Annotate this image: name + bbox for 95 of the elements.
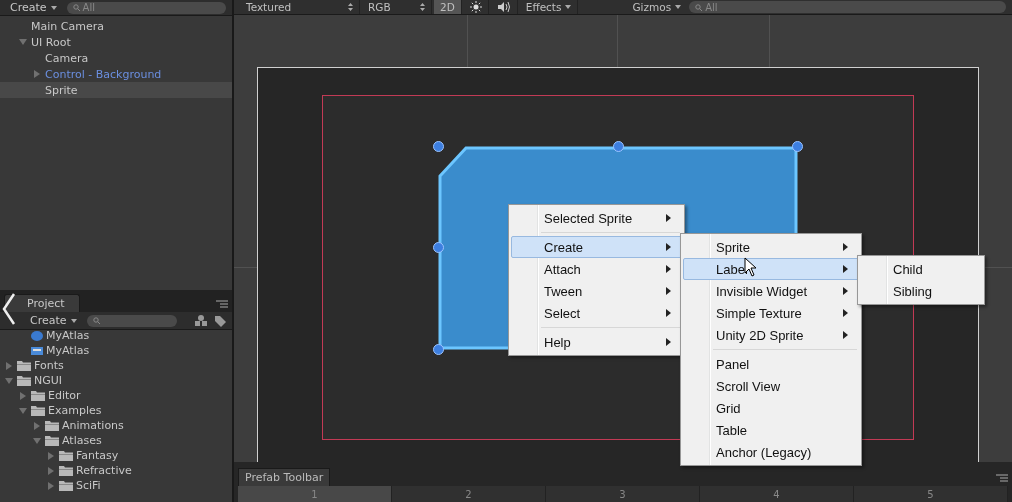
folder-icon <box>59 480 73 491</box>
project-tab[interactable]: Project <box>4 294 80 312</box>
search-icon <box>695 3 703 11</box>
menu-item[interactable]: Unity 2D Sprite <box>683 324 859 346</box>
project-item[interactable]: Atlases <box>0 433 232 448</box>
project-item[interactable]: NGUI <box>0 373 232 388</box>
hierarchy-item[interactable]: Sprite <box>0 82 232 98</box>
menu-item[interactable]: Sprite <box>683 236 859 258</box>
hierarchy-item[interactable]: Control - Background <box>0 66 232 82</box>
up-down-arrows-icon <box>348 3 353 11</box>
caret-icon <box>50 5 57 10</box>
project-item[interactable]: Fonts <box>0 358 232 373</box>
collapsed-arrow-icon[interactable] <box>47 466 55 475</box>
menu-item[interactable]: Selected Sprite <box>511 207 682 229</box>
submenu-arrow-icon <box>666 287 671 295</box>
atlas-icon <box>31 345 43 356</box>
menu-item[interactable]: Tween <box>511 280 682 302</box>
shading-dropdown[interactable]: Textured <box>240 0 360 14</box>
submenu-arrow-icon <box>843 287 848 295</box>
menu-icon[interactable] <box>996 474 1008 482</box>
collapsed-arrow-icon[interactable] <box>5 361 13 370</box>
submenu-arrow-icon <box>666 243 671 251</box>
submenu-arrow-icon <box>843 309 848 317</box>
folder-icon <box>45 435 59 446</box>
expanded-arrow-icon[interactable] <box>5 376 13 385</box>
menu-item[interactable]: Invisible Widget <box>683 280 859 302</box>
folder-icon <box>31 405 45 416</box>
submenu-arrow-icon <box>843 243 848 251</box>
folder-icon <box>17 375 31 386</box>
menu-item[interactable]: Panel <box>683 353 859 375</box>
submenu-arrow-icon <box>666 309 671 317</box>
hierarchy-item[interactable]: UI Root <box>0 34 232 50</box>
folder-icon <box>45 420 59 431</box>
gizmos-dropdown[interactable]: Gizmos <box>626 0 688 14</box>
tag-icon[interactable] <box>214 314 226 327</box>
submenu-arrow-icon <box>843 265 848 273</box>
caret-icon <box>70 318 77 323</box>
create-dropdown[interactable]: Create <box>6 0 61 15</box>
submenu-arrow-icon <box>843 331 848 339</box>
folder-icon <box>59 450 73 461</box>
project-item[interactable]: Refractive <box>0 463 232 478</box>
project-item[interactable]: MyAtlas <box>0 343 232 358</box>
collapsed-arrow-icon[interactable] <box>47 481 55 490</box>
menu-item[interactable]: Select <box>511 302 682 324</box>
submenu-arrow-icon <box>666 265 671 273</box>
create-dropdown[interactable]: Create <box>26 313 81 328</box>
expanded-arrow-icon[interactable] <box>33 436 41 445</box>
expanded-arrow-icon[interactable] <box>19 38 27 46</box>
submenu-arrow-icon <box>666 214 671 222</box>
expanded-arrow-icon[interactable] <box>19 406 27 415</box>
menu-item[interactable]: Simple Texture <box>683 302 859 324</box>
collapsed-arrow-icon[interactable] <box>33 421 41 430</box>
collapsed-arrow-icon[interactable] <box>19 391 27 400</box>
resize-handle[interactable] <box>433 141 444 152</box>
folder-icon <box>59 465 73 476</box>
2d-toggle[interactable]: 2D <box>434 0 462 14</box>
up-down-arrows-icon <box>420 3 425 11</box>
project-item[interactable]: Examples <box>0 403 232 418</box>
collapsed-arrow-icon[interactable] <box>47 451 55 460</box>
folder-icon <box>17 360 31 371</box>
hierarchy-item[interactable]: Main Camera <box>0 18 232 34</box>
menu-item[interactable]: Table <box>683 419 859 441</box>
search-field[interactable] <box>86 314 177 327</box>
resize-handle[interactable] <box>613 141 624 152</box>
filter-icon[interactable] <box>194 314 208 327</box>
menu-item[interactable]: Attach <box>511 258 682 280</box>
search-icon <box>92 317 100 324</box>
project-item[interactable]: MyAtlas <box>0 328 232 343</box>
resize-handle[interactable] <box>433 242 444 253</box>
submenu-arrow-icon <box>666 338 671 346</box>
menu-item[interactable]: Child <box>860 258 982 280</box>
caret-icon <box>675 5 682 9</box>
project-item[interactable]: Fantasy <box>0 448 232 463</box>
folder-icon <box>31 390 45 401</box>
collapsed-arrow-icon[interactable] <box>33 70 41 78</box>
hierarchy-item[interactable]: Camera <box>0 50 232 66</box>
menu-item[interactable]: Scroll View <box>683 375 859 397</box>
project-item[interactable]: SciFi <box>0 478 232 493</box>
back-chevron-overlay[interactable] <box>2 292 16 326</box>
prefab-toolbar-tab[interactable]: Prefab Toolbar <box>238 468 331 486</box>
menu-item[interactable]: Grid <box>683 397 859 419</box>
menu-item[interactable]: Sibling <box>860 280 982 302</box>
sphere-icon <box>31 330 43 341</box>
menu-item[interactable]: Create <box>511 236 682 258</box>
caret-icon <box>565 5 572 9</box>
channel-dropdown[interactable]: RGB <box>362 0 432 14</box>
menu-item[interactable]: Anchor (Legacy) <box>683 441 859 463</box>
effects-dropdown[interactable]: Effects <box>519 0 579 14</box>
project-item[interactable]: Animations <box>0 418 232 433</box>
project-item[interactable]: Editor <box>0 388 232 403</box>
menu-item[interactable]: Help <box>511 331 682 353</box>
menu-icon[interactable] <box>216 300 228 308</box>
resize-handle[interactable] <box>792 141 803 152</box>
resize-handle[interactable] <box>433 344 444 355</box>
search-icon <box>72 4 80 11</box>
